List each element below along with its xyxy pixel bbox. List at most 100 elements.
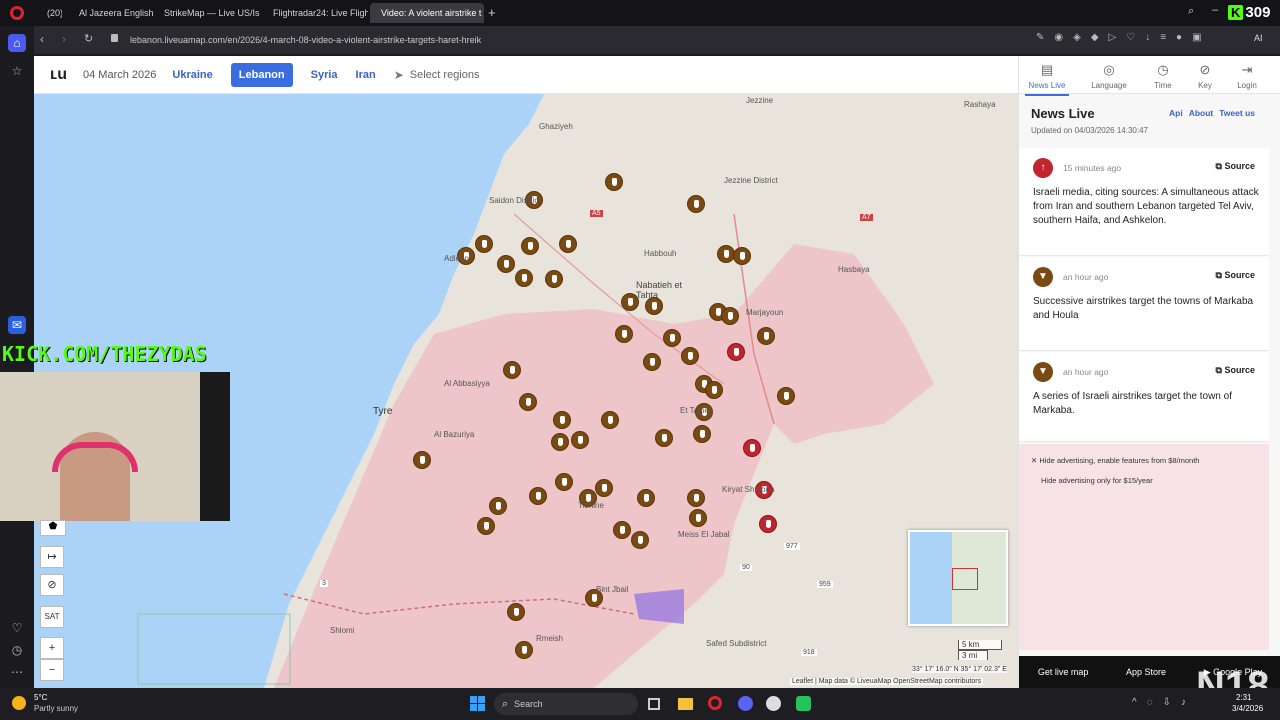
missile-marker-icon[interactable] bbox=[727, 343, 745, 361]
airstrike-marker-icon[interactable] bbox=[519, 393, 537, 411]
tab-aljazeera[interactable]: Al Jazeera English bbox=[68, 3, 156, 23]
news-item[interactable]: ▼ an hour ago ⧉ Source Successive airstr… bbox=[1019, 257, 1269, 351]
network-icon[interactable]: ◌ bbox=[1147, 697, 1153, 708]
tweet-us-link[interactable]: Tweet us bbox=[1219, 108, 1255, 118]
select-regions-link[interactable]: Select regions bbox=[410, 69, 480, 81]
api-link[interactable]: Api bbox=[1169, 108, 1183, 118]
liveuamap-logo-icon[interactable]: ʟu bbox=[50, 66, 67, 84]
tab-flightradar[interactable]: Flightradar24: Live Flight bbox=[262, 3, 368, 23]
back-icon[interactable]: ‹ bbox=[40, 32, 44, 46]
date-display[interactable]: 04 March 2026 bbox=[83, 69, 156, 81]
airstrike-marker-icon[interactable] bbox=[507, 603, 525, 621]
airstrike-marker-icon[interactable] bbox=[529, 487, 547, 505]
map-tool-marker[interactable]: ⬟ bbox=[40, 520, 66, 536]
airstrike-marker-icon[interactable] bbox=[497, 255, 515, 273]
nav-lebanon[interactable]: Lebanon bbox=[230, 62, 293, 87]
minimize-button[interactable]: – bbox=[1212, 4, 1218, 16]
wallet-icon[interactable]: ▣ bbox=[1192, 32, 1201, 43]
airstrike-marker-icon[interactable] bbox=[655, 429, 673, 447]
airstrike-marker-icon[interactable] bbox=[477, 517, 495, 535]
airstrike-marker-icon[interactable] bbox=[613, 521, 631, 539]
menu-icon[interactable]: ≡ bbox=[1160, 32, 1166, 43]
airstrike-marker-icon[interactable] bbox=[555, 473, 573, 491]
airstrike-marker-icon[interactable] bbox=[515, 269, 533, 287]
airstrike-marker-icon[interactable] bbox=[687, 489, 705, 507]
microphone-icon[interactable]: ♪ bbox=[1181, 697, 1186, 708]
user-icon[interactable]: ● bbox=[1176, 32, 1182, 43]
tab-news-live[interactable]: ▤ News Live bbox=[1025, 62, 1069, 96]
edit-icon[interactable]: ✎ bbox=[1036, 32, 1044, 43]
vpn-icon[interactable]: ◆ bbox=[1091, 32, 1099, 43]
airstrike-marker-icon[interactable] bbox=[515, 641, 533, 659]
reload-icon[interactable]: ↻ bbox=[84, 32, 93, 45]
start-button[interactable] bbox=[470, 696, 485, 711]
task-view-icon[interactable] bbox=[648, 698, 660, 710]
clock-date[interactable]: 3/4/2026 bbox=[1232, 704, 1263, 713]
get-live-map-link[interactable]: Get live map bbox=[1038, 667, 1089, 677]
nav-syria[interactable]: Syria bbox=[311, 69, 338, 81]
airstrike-marker-icon[interactable] bbox=[693, 425, 711, 443]
favorites-icon[interactable]: ♡ bbox=[8, 619, 26, 637]
missile-marker-icon[interactable] bbox=[743, 439, 761, 457]
airstrike-marker-icon[interactable] bbox=[689, 509, 707, 527]
opera-taskbar-icon[interactable] bbox=[708, 696, 722, 710]
tab-key[interactable]: ⊘ Key bbox=[1183, 62, 1227, 90]
airstrike-marker-icon[interactable] bbox=[521, 237, 539, 255]
clock-time[interactable]: 2:31 bbox=[1236, 693, 1252, 702]
opera-logo-icon[interactable] bbox=[10, 6, 24, 20]
nav-iran[interactable]: Iran bbox=[356, 69, 376, 81]
airstrike-marker-icon[interactable] bbox=[615, 325, 633, 343]
airstrike-marker-icon[interactable] bbox=[545, 270, 563, 288]
airstrike-marker-icon[interactable] bbox=[489, 497, 507, 515]
zoom-out-button[interactable]: − bbox=[40, 659, 64, 681]
airstrike-marker-icon[interactable] bbox=[601, 411, 619, 429]
airstrike-marker-icon[interactable] bbox=[595, 479, 613, 497]
home-icon[interactable]: ⌂ bbox=[8, 34, 26, 52]
history-icon[interactable]: ◷ bbox=[8, 641, 26, 659]
messenger-icon[interactable]: ✉ bbox=[8, 316, 26, 334]
discord-icon[interactable] bbox=[738, 696, 753, 711]
tab-time[interactable]: ◷ Time bbox=[1141, 62, 1185, 90]
nav-ukraine[interactable]: Ukraine bbox=[172, 69, 212, 81]
about-link[interactable]: About bbox=[1189, 108, 1214, 118]
app-store-link[interactable]: App Store bbox=[1126, 667, 1166, 677]
taskbar-search[interactable]: ⌕ Search bbox=[494, 693, 638, 715]
zoom-in-button[interactable]: + bbox=[40, 637, 64, 659]
tab-liveuamap-active[interactable]: Video: A violent airstrike t bbox=[370, 3, 484, 23]
source-link[interactable]: ⧉ Source bbox=[1216, 161, 1255, 172]
airstrike-marker-icon[interactable] bbox=[413, 451, 431, 469]
airstrike-marker-icon[interactable] bbox=[503, 361, 521, 379]
hide-ads-yearly[interactable]: Hide advertising only for $15/year bbox=[1041, 476, 1153, 485]
airstrike-marker-icon[interactable] bbox=[721, 307, 739, 325]
tab-language[interactable]: ◎ Language bbox=[1087, 62, 1131, 90]
more-icon[interactable]: ⋯ bbox=[8, 663, 26, 681]
airstrike-marker-icon[interactable] bbox=[553, 411, 571, 429]
play-icon[interactable]: ▷ bbox=[1109, 32, 1117, 43]
zoom-to-fit-button[interactable]: ↦ bbox=[40, 546, 64, 568]
obs-icon[interactable] bbox=[766, 696, 781, 711]
airstrike-marker-icon[interactable] bbox=[559, 235, 577, 253]
file-explorer-icon[interactable] bbox=[678, 698, 693, 710]
tab-login[interactable]: ⇥ Login bbox=[1225, 62, 1269, 90]
source-link[interactable]: ⧉ Source bbox=[1216, 270, 1255, 281]
airstrike-marker-icon[interactable] bbox=[571, 431, 589, 449]
hide-markers-button[interactable]: ⊘ bbox=[40, 574, 64, 596]
airstrike-marker-icon[interactable] bbox=[551, 433, 569, 451]
hide-ads-monthly[interactable]: ✕ Hide advertising, enable features from… bbox=[1031, 456, 1199, 465]
search-icon[interactable]: ⌕ bbox=[1188, 5, 1194, 18]
download-icon[interactable]: ↓ bbox=[1145, 32, 1150, 43]
weather-temp[interactable]: 5°C bbox=[34, 693, 47, 702]
shield-icon[interactable]: ◈ bbox=[1073, 32, 1081, 43]
pinboard-icon[interactable]: ☆ bbox=[8, 62, 26, 80]
download-icon[interactable]: ⇩ bbox=[1163, 697, 1171, 708]
airstrike-marker-icon[interactable] bbox=[705, 381, 723, 399]
airstrike-marker-icon[interactable] bbox=[643, 353, 661, 371]
missile-marker-icon[interactable] bbox=[759, 515, 777, 533]
airstrike-marker-icon[interactable] bbox=[663, 329, 681, 347]
airstrike-marker-icon[interactable] bbox=[757, 327, 775, 345]
airstrike-marker-icon[interactable] bbox=[631, 531, 649, 549]
new-tab-button[interactable]: + bbox=[488, 5, 496, 20]
airstrike-marker-icon[interactable] bbox=[637, 489, 655, 507]
airstrike-marker-icon[interactable] bbox=[475, 235, 493, 253]
airstrike-marker-icon[interactable] bbox=[681, 347, 699, 365]
